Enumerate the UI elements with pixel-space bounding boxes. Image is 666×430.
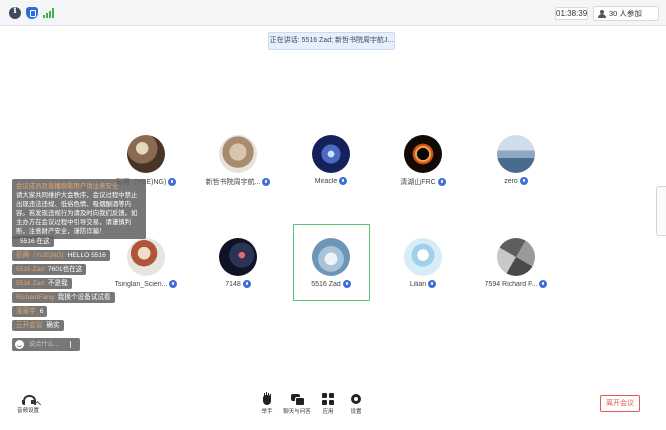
chat-notice-message: 会议成员及直播观看用户请注意安全 请大家共同维护大会秩序，会议过程中禁止出现违法… xyxy=(12,179,146,239)
apps-grid-icon xyxy=(322,393,334,405)
people-icon xyxy=(598,10,607,18)
chat-text: 不是我 xyxy=(47,280,68,287)
chat-text: 7601也在这 xyxy=(47,266,83,273)
avatar xyxy=(497,135,535,173)
participant-tile[interactable]: Miracle xyxy=(293,135,369,185)
send-icon[interactable] xyxy=(70,341,76,348)
gear-icon xyxy=(350,393,362,405)
participant-name: 7594 Richard F... xyxy=(484,280,538,288)
hand-icon xyxy=(261,393,273,405)
mic-icon xyxy=(437,178,446,186)
chat-message: 5516 Zad 7601也在这 xyxy=(12,264,87,275)
chat-text: HELLO 5516 xyxy=(67,252,106,259)
avatar xyxy=(127,135,165,173)
leave-meeting-button[interactable]: 离开会议 xyxy=(600,395,640,412)
avatar xyxy=(127,238,165,276)
participant-name: 5516 Zad xyxy=(311,280,341,288)
chat-qa-label: 聊天与问答 xyxy=(283,409,311,415)
attendees-button[interactable]: 30 人参加 xyxy=(593,6,659,21)
chat-text: 我换个设备试试看 xyxy=(57,294,111,301)
raise-hand-label: 举手 xyxy=(261,409,273,415)
chat-sender: 云开会议 xyxy=(16,322,43,329)
raise-hand-button[interactable]: 举手 xyxy=(250,393,284,415)
chat-input-placeholder: 说点什么... xyxy=(29,341,59,348)
avatar xyxy=(404,135,442,173)
avatar xyxy=(219,135,257,173)
participant-name: 7148 xyxy=(225,280,241,288)
chat-message: 5516 Zad 不是我 xyxy=(12,278,72,289)
emoji-icon[interactable] xyxy=(15,340,24,349)
mic-icon xyxy=(262,178,271,186)
attendees-count: 30 人参加 xyxy=(609,9,642,18)
participant-tile[interactable]: 7594 Richard F... xyxy=(478,238,554,288)
speaking-banner: 正在讲话: 5516 Zad; 新哲书院周宇航J... xyxy=(268,32,395,50)
side-panel-handle[interactable] xyxy=(656,186,666,236)
chat-text: 6 xyxy=(39,308,44,315)
participant-name: zero xyxy=(504,177,518,185)
chat-text: 确实 xyxy=(46,322,60,329)
chat-sender: 凌家宇 xyxy=(16,308,36,315)
headset-icon xyxy=(21,395,36,405)
chat-message: 5516 在这 xyxy=(12,236,54,247)
chat-message: 凌家宇 6 xyxy=(12,306,48,317)
chat-text: 5516 在这 xyxy=(20,238,50,245)
chat-message: RichardFang 我换个设备试试看 xyxy=(12,292,115,303)
participant-tile[interactable]: Tsinglan_Scien... xyxy=(108,238,184,288)
participant-name: Lilian xyxy=(409,280,427,288)
mic-icon xyxy=(242,280,251,288)
chat-qa-button[interactable]: 聊天与问答 xyxy=(280,393,314,415)
mic-icon xyxy=(339,177,348,185)
mic-icon xyxy=(169,280,178,288)
participant-tile[interactable]: 新哲书院周宇航... xyxy=(200,135,276,187)
participant-tile[interactable]: 5516 Zad xyxy=(293,238,369,288)
participant-tile[interactable]: 清湖山FRC xyxy=(385,135,461,187)
chat-sender: 彭两（YUE)NG) xyxy=(16,252,64,259)
chat-message: 云开会议 确实 xyxy=(12,320,64,331)
chat-sender: 会议成员及直播观看用户请注意安全 xyxy=(16,183,119,190)
chat-input[interactable]: 说点什么... xyxy=(12,338,80,351)
participant-tile[interactable]: zero xyxy=(478,135,554,185)
chat-text: 请大家共同维护大会秩序，会议过程中禁止出现违法违规、低俗色情、吸烟酗酒等内容。若… xyxy=(16,192,138,235)
mic-icon xyxy=(539,280,548,288)
participant-name: Tsinglan_Scien... xyxy=(114,280,168,288)
participant-name: 新哲书院周宇航... xyxy=(205,179,261,186)
avatar xyxy=(312,238,350,276)
settings-button[interactable]: 设置 xyxy=(339,393,373,415)
participant-tile[interactable]: Lilian xyxy=(385,238,461,288)
participant-tile[interactable]: 7148 xyxy=(200,238,276,288)
meeting-info-icon[interactable] xyxy=(9,6,21,19)
network-signal-icon[interactable] xyxy=(43,8,55,18)
avatar xyxy=(497,238,535,276)
audio-settings-label: 音频设置 xyxy=(16,408,39,414)
top-bar: 01:38:39 30 人参加 xyxy=(0,0,666,26)
participant-name: 清湖山FRC xyxy=(400,179,436,186)
settings-label: 设置 xyxy=(350,409,362,415)
chat-sender: RichardFang xyxy=(16,294,54,301)
mic-icon xyxy=(519,177,528,185)
avatar xyxy=(404,238,442,276)
chat-icon xyxy=(291,393,305,406)
mic-icon xyxy=(428,280,437,288)
avatar xyxy=(312,135,350,173)
security-shield-icon[interactable] xyxy=(26,7,38,19)
meeting-timer: 01:38:39 xyxy=(555,7,588,20)
chat-message: 彭两（YUE)NG) HELLO 5516 xyxy=(12,250,110,261)
mic-icon xyxy=(168,178,177,186)
participant-name: Miracle xyxy=(314,177,338,185)
mic-icon xyxy=(342,280,351,288)
chat-sender: 5516 Zad xyxy=(16,266,44,273)
chat-sender: 5516 Zad xyxy=(16,280,44,287)
avatar xyxy=(219,238,257,276)
